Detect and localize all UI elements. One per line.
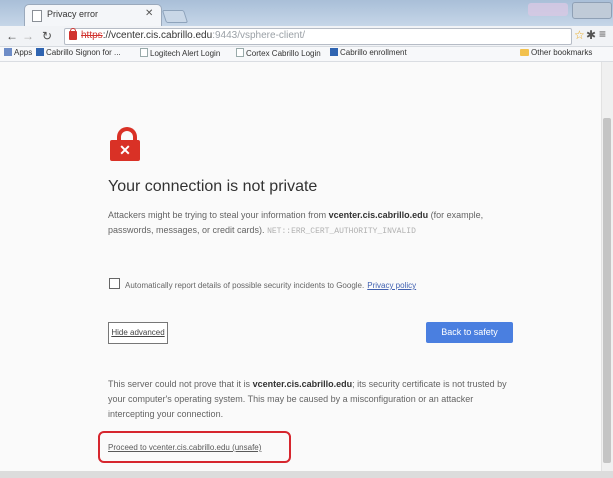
back-arrow-icon[interactable]: ← xyxy=(6,29,18,43)
back-to-safety-button[interactable]: Back to safety xyxy=(426,322,513,343)
bookmark-cortex-cabrillo[interactable]: Cortex Cabrillo Login xyxy=(236,48,321,58)
page-icon xyxy=(32,10,42,22)
tab-title: Privacy error xyxy=(47,9,99,19)
error-code: NET::ERR_CERT_AUTHORITY_INVALID xyxy=(267,227,416,236)
proceed-unsafe-link[interactable]: Proceed to vcenter.cis.cabrillo.edu (uns… xyxy=(108,443,261,452)
forward-arrow-icon[interactable]: → xyxy=(22,29,34,43)
folder-icon xyxy=(520,49,529,56)
address-bar[interactable]: https://vcenter.cis.cabrillo.edu:9443/vs… xyxy=(64,28,572,45)
bookmark-cabrillo-signon[interactable]: Cabrillo Signon for ... xyxy=(36,48,121,57)
bookmark-favicon xyxy=(36,48,44,56)
window-bottom-edge xyxy=(0,471,613,478)
advanced-details: This server could not prove that it is v… xyxy=(108,379,507,419)
reload-icon[interactable]: ↻ xyxy=(42,29,52,43)
report-checkbox-label: Automatically report details of possible… xyxy=(125,281,365,290)
page-icon xyxy=(140,48,148,57)
server-host: vcenter.cis.cabrillo.edu xyxy=(252,379,353,389)
security-error-lock-icon: ✕ xyxy=(110,127,140,161)
profile-button[interactable] xyxy=(528,3,568,16)
report-checkbox[interactable] xyxy=(109,278,120,289)
bookmark-logitech-alert[interactable]: Logitech Alert Login xyxy=(140,48,220,58)
apps-grid-icon xyxy=(4,48,12,56)
error-description: Attackers might be trying to steal your … xyxy=(108,210,484,236)
browser-window: Privacy error ✕ ← → ↻ https://vcenter.ci… xyxy=(0,0,613,478)
toolbar: ← → ↻ https://vcenter.cis.cabrillo.edu:9… xyxy=(0,26,613,47)
bookmark-cabrillo-enrollment[interactable]: Cabrillo enrollment xyxy=(330,48,407,57)
scrollbar-thumb[interactable] xyxy=(603,118,611,463)
report-checkbox-row: Automatically report details of possible… xyxy=(109,275,416,293)
window-controls[interactable] xyxy=(572,2,612,19)
bookmarks-bar: Apps Cabrillo Signon for ... Logitech Al… xyxy=(0,47,613,62)
server-host: vcenter.cis.cabrillo.edu xyxy=(328,210,429,220)
privacy-policy-link[interactable]: Privacy policy xyxy=(367,281,416,290)
close-tab-icon[interactable]: ✕ xyxy=(145,8,153,19)
hide-advanced-button[interactable]: Hide advanced xyxy=(108,322,168,344)
url-scheme: https xyxy=(81,30,103,41)
other-bookmarks[interactable]: Other bookmarks xyxy=(520,48,592,57)
tab-strip: Privacy error ✕ xyxy=(0,0,613,27)
bookmark-favicon xyxy=(330,48,338,56)
url-path: :9443/vsphere-client/ xyxy=(212,30,306,41)
menu-icon[interactable]: ≡ xyxy=(599,27,606,41)
extension-icon[interactable]: ✱ xyxy=(586,28,596,42)
page-title: Your connection is not private xyxy=(108,178,318,195)
new-tab-button[interactable] xyxy=(161,10,189,23)
bookmark-star-icon[interactable]: ☆ xyxy=(574,28,585,42)
url-text: https://vcenter.cis.cabrillo.edu:9443/vs… xyxy=(81,30,305,41)
url-host: ://vcenter.cis.cabrillo.edu xyxy=(102,30,213,41)
page-icon xyxy=(236,48,244,57)
tab-privacy-error[interactable]: Privacy error ✕ xyxy=(24,4,162,27)
bookmark-apps[interactable]: Apps xyxy=(4,48,32,57)
broken-lock-icon[interactable] xyxy=(69,28,77,40)
